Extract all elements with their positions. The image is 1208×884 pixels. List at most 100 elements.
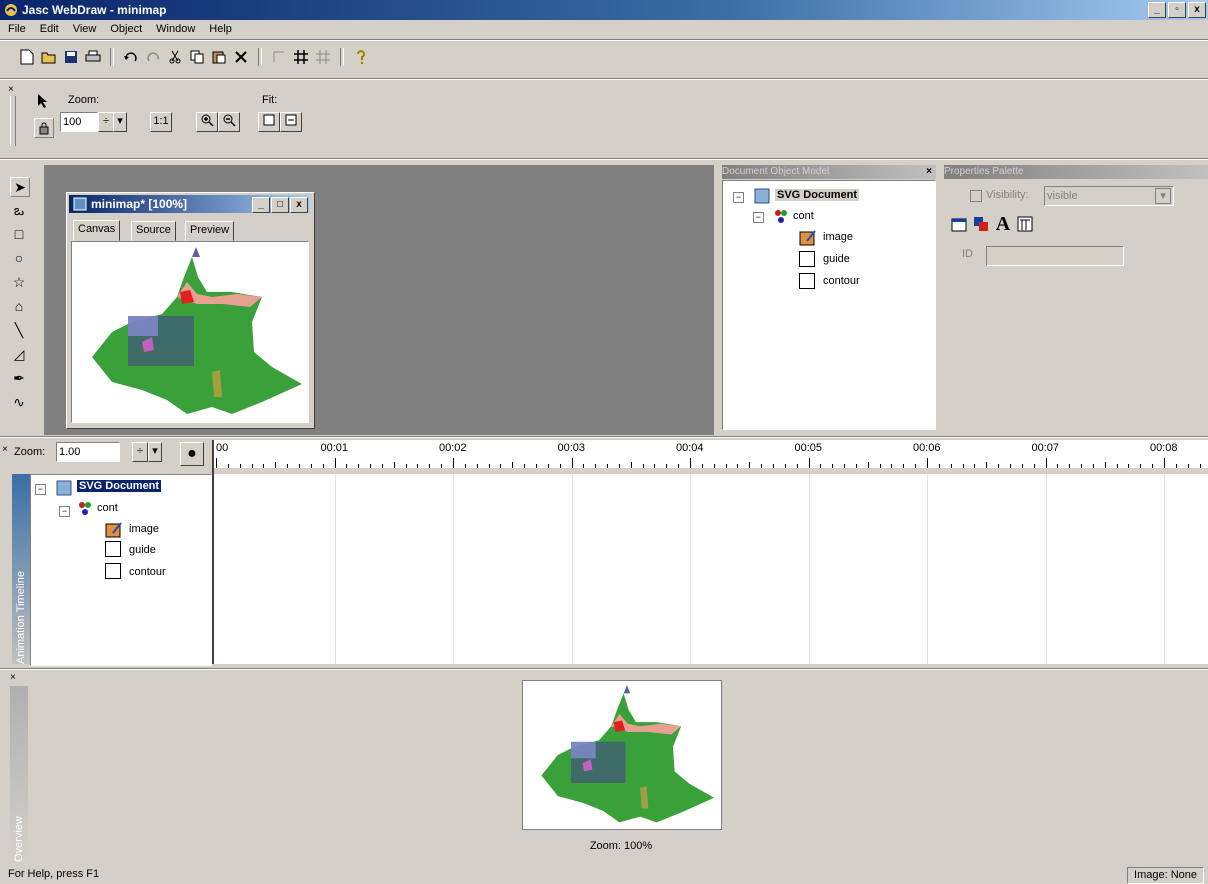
lock-icon[interactable] <box>34 118 54 138</box>
timeline-grid[interactable] <box>214 474 1208 664</box>
tl-group-node[interactable]: cont <box>97 502 118 514</box>
timeline-close-icon[interactable]: × <box>2 444 8 455</box>
document-titlebar: minimap* [100%] _ □ x <box>69 195 310 213</box>
grid-icon[interactable] <box>292 48 310 66</box>
visibility-select[interactable]: visible ▾ <box>1044 186 1174 206</box>
redo-icon[interactable] <box>144 48 162 66</box>
ellipse-tool-icon[interactable]: ○ <box>10 249 28 267</box>
status-bar: For Help, press F1 Image: None <box>0 866 1208 884</box>
ruler-tick <box>1069 464 1071 468</box>
copy-icon[interactable] <box>188 48 206 66</box>
doc-close-button[interactable]: x <box>290 197 308 213</box>
guides-icon[interactable] <box>314 48 332 66</box>
tl-node-guide[interactable]: guide <box>129 544 156 556</box>
doc-maximize-button[interactable]: □ <box>271 197 289 213</box>
dom-group-node[interactable]: cont <box>793 210 814 222</box>
tl-expand-icon[interactable]: − <box>35 483 46 495</box>
menu-file[interactable]: File <box>8 23 26 35</box>
timeline-ruler[interactable]: 00 00:01 00:02 00:03 00:04 00:05 00:06 00:07 00:… <box>214 440 1208 468</box>
timeline-zoom-spin[interactable]: ÷ <box>132 442 148 462</box>
line-tool-icon[interactable]: ╲ <box>10 321 28 339</box>
fit-width-icon[interactable] <box>280 112 302 132</box>
zoom-out-icon[interactable] <box>218 112 240 132</box>
dom-panel-close-icon[interactable]: × <box>926 165 932 179</box>
select-arrow-icon[interactable] <box>34 92 52 110</box>
tl-group-expand-icon[interactable]: − <box>59 505 70 517</box>
tab-source[interactable]: Source <box>131 221 176 241</box>
open-icon[interactable] <box>40 48 58 66</box>
options-close-icon[interactable]: × <box>8 84 14 95</box>
fit-page-icon[interactable] <box>258 112 280 132</box>
paste-icon[interactable] <box>210 48 228 66</box>
zoom-in-icon[interactable] <box>196 112 218 132</box>
ruler-tick <box>820 464 822 468</box>
record-button[interactable]: ● <box>180 442 204 466</box>
timeline-zoom-dropdown[interactable]: ▾ <box>148 442 162 462</box>
close-button[interactable]: x <box>1188 2 1206 18</box>
dom-group-expand-icon[interactable]: − <box>753 211 764 223</box>
doc-minimize-button[interactable]: _ <box>252 197 270 213</box>
freehand-tool-icon[interactable]: ∿ <box>10 393 28 411</box>
dom-node-contour[interactable]: contour <box>823 275 860 287</box>
help-icon[interactable] <box>352 48 370 66</box>
dom-expand-icon[interactable]: − <box>733 191 744 203</box>
map-image <box>92 247 302 414</box>
undo-icon[interactable] <box>122 48 140 66</box>
ruler-tick <box>227 464 229 468</box>
tl-root-node[interactable]: SVG Document <box>77 480 162 492</box>
polyline-tool-icon[interactable]: ◿ <box>10 345 28 363</box>
minimize-button[interactable]: _ <box>1148 2 1166 18</box>
zoom-spin-button[interactable]: ÷ <box>98 112 114 132</box>
text-tab-icon[interactable]: A <box>994 213 1012 235</box>
new-icon[interactable] <box>18 48 36 66</box>
tl-node-image[interactable]: image <box>129 523 159 535</box>
zoom-dropdown-button[interactable]: ▾ <box>113 112 127 132</box>
star-tool-icon[interactable]: ☆ <box>10 273 28 291</box>
node-edit-tool-icon[interactable]: ఒ <box>10 201 28 219</box>
overview-close-icon[interactable]: × <box>10 672 16 683</box>
save-icon[interactable] <box>62 48 80 66</box>
actual-size-button[interactable]: 1:1 <box>150 112 172 132</box>
id-input[interactable] <box>986 246 1124 266</box>
menu-window[interactable]: Window <box>156 23 195 35</box>
ruler-tick <box>583 464 585 468</box>
menu-help[interactable]: Help <box>209 23 232 35</box>
dom-node-image[interactable]: image <box>823 231 853 243</box>
dom-node-guide[interactable]: guide <box>823 253 850 265</box>
grid-line <box>927 474 928 664</box>
ruler-tick <box>216 458 217 468</box>
menu-edit[interactable]: Edit <box>40 23 59 35</box>
ruler-tick <box>476 464 478 468</box>
ruler-icon[interactable] <box>270 48 288 66</box>
menu-object[interactable]: Object <box>110 23 142 35</box>
tl-node-contour[interactable]: contour <box>129 566 166 578</box>
delete-icon[interactable] <box>232 48 250 66</box>
dom-root-node[interactable]: SVG Document <box>775 189 860 201</box>
print-icon[interactable] <box>84 48 102 66</box>
grid-line <box>334 474 336 664</box>
ruler-tick <box>938 464 940 468</box>
style-tab-icon[interactable] <box>1016 215 1034 233</box>
polygon-tool-icon[interactable]: ⌂ <box>10 297 28 315</box>
canvas-area[interactable] <box>71 241 309 423</box>
rectangle-tool-icon[interactable]: □ <box>10 225 28 243</box>
pointer-tool-icon[interactable]: ➤ <box>10 177 30 197</box>
dom-panel-header: Document Object Model × <box>722 165 936 179</box>
timeline-zoom-input[interactable]: 1.00 <box>56 442 120 462</box>
pen-tool-icon[interactable]: ✒ <box>10 369 28 387</box>
fill-tab-icon[interactable] <box>972 215 990 233</box>
zoom-input[interactable]: 100 <box>60 112 98 132</box>
menu-view[interactable]: View <box>73 23 97 35</box>
overview-thumbnail[interactable] <box>522 680 722 830</box>
properties-tab-icon[interactable] <box>950 215 968 233</box>
ruler-tick <box>844 464 846 468</box>
visibility-checkbox[interactable] <box>970 190 982 202</box>
tab-preview[interactable]: Preview <box>185 221 235 241</box>
props-panel-title: Properties Palette <box>944 166 1024 177</box>
ruler-tick <box>1175 464 1177 468</box>
animation-timeline-tab: Animation Timeline <box>12 474 30 664</box>
tab-canvas[interactable]: Canvas <box>73 220 121 241</box>
grid-line <box>808 474 810 664</box>
cut-icon[interactable] <box>166 48 184 66</box>
restore-button[interactable]: ▫ <box>1168 2 1186 18</box>
